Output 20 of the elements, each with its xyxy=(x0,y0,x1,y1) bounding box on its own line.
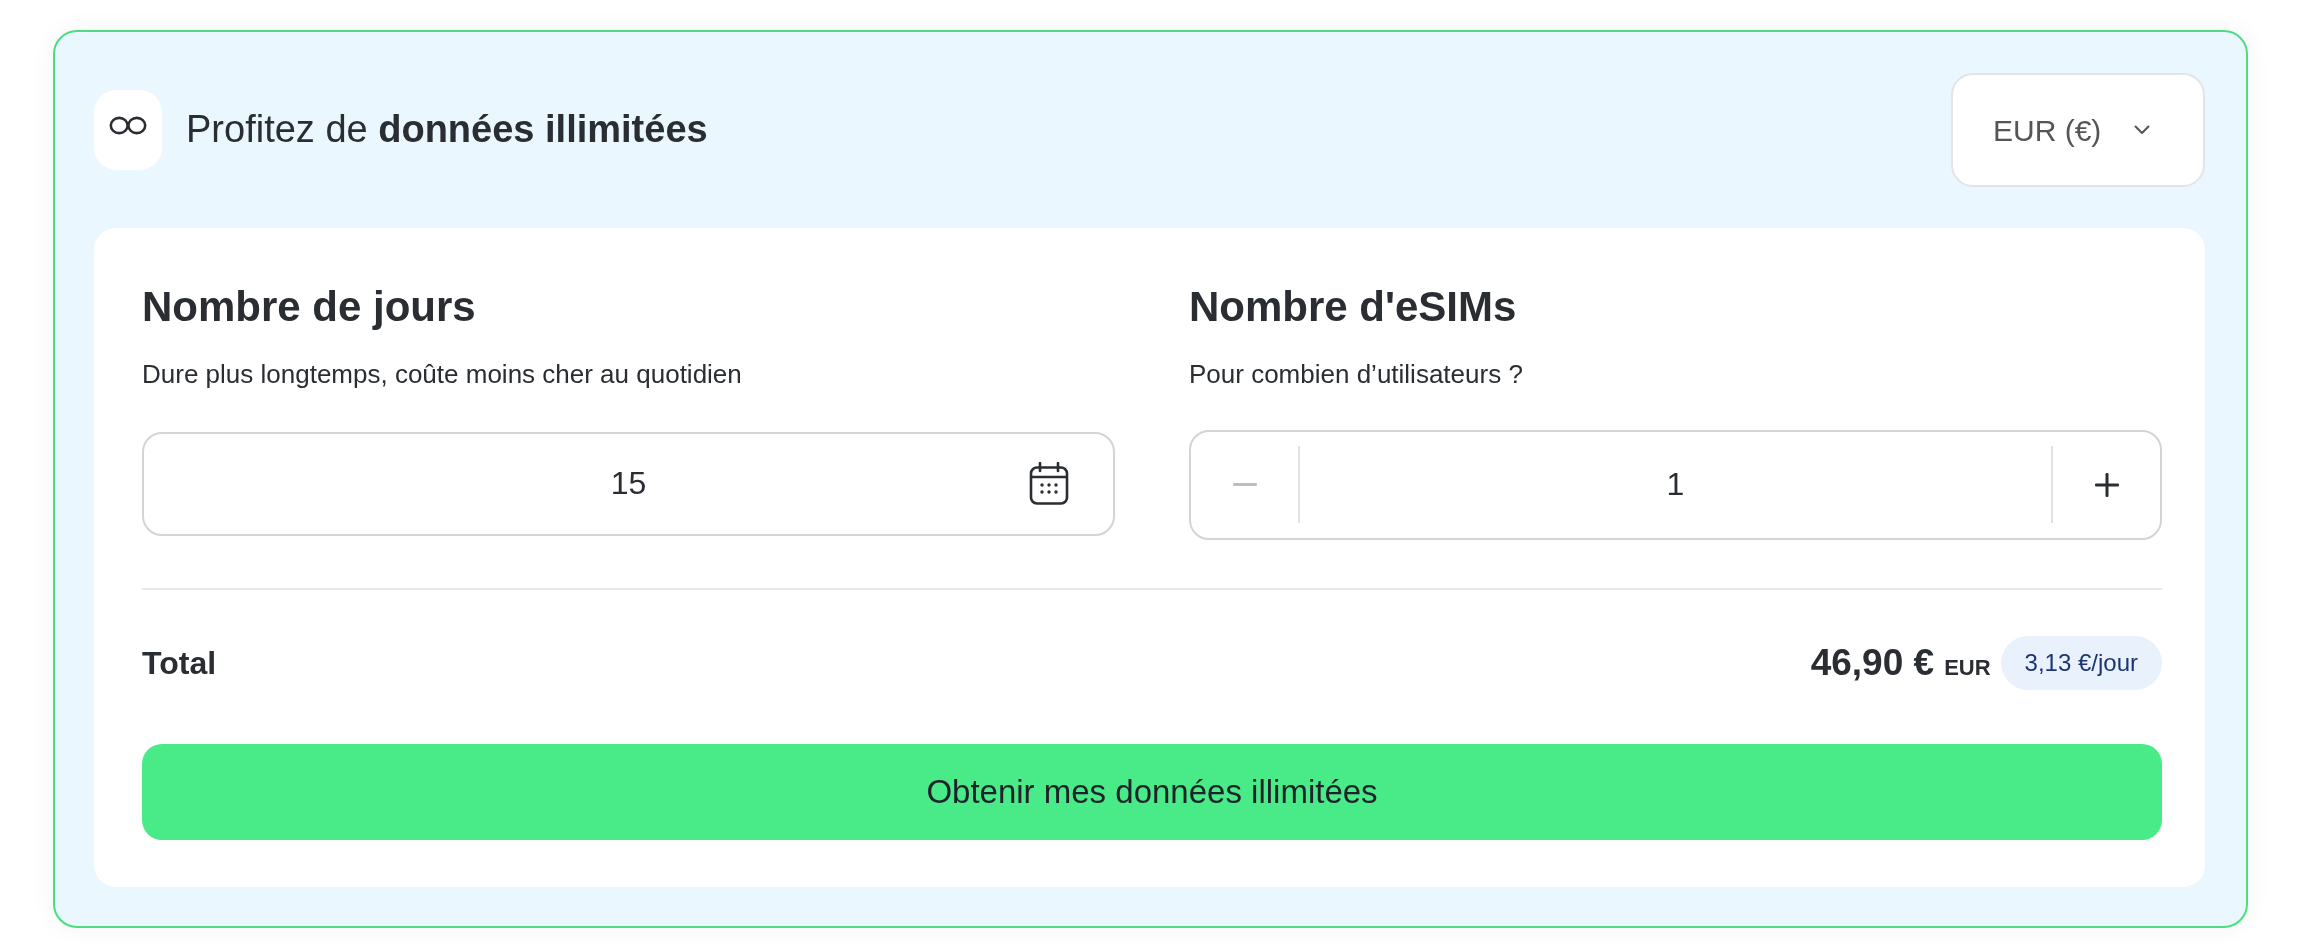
daily-price: 3,13 €/jour xyxy=(2000,636,2162,690)
section-heading: Nombre de jours xyxy=(142,283,477,332)
days-input-field[interactable]: 15 xyxy=(142,432,1115,536)
get-unlimited-data-button[interactable]: Obtenir mes données illimitées xyxy=(142,744,2162,840)
total-price: 46,90 € xyxy=(1810,644,1935,682)
section-heading: Nombre d'eSIMs xyxy=(1189,283,1518,332)
calendar-icon xyxy=(1029,462,1069,506)
days-input[interactable]: 15 xyxy=(228,454,1029,514)
currency-dropdown[interactable]: EUR (€) xyxy=(1951,73,2205,187)
quantity-field[interactable]: 1 xyxy=(1300,446,2051,524)
plus-icon xyxy=(2094,473,2119,497)
total-label: Total xyxy=(142,644,217,683)
offer-title: Profitez de données illimitées xyxy=(186,107,708,153)
minus-icon xyxy=(1232,483,1257,487)
currency-code: EUR xyxy=(1944,657,1991,680)
infinity-icon xyxy=(94,90,162,170)
section-hint: Pour combien d’utilisateurs ? xyxy=(1189,358,1524,392)
chevron-down-icon xyxy=(2134,125,2151,135)
section-hint: Dure plus longtemps, coûte moins cher au quotidien xyxy=(142,358,743,392)
quantity-stepper[interactable]: 1 xyxy=(1189,430,2162,540)
